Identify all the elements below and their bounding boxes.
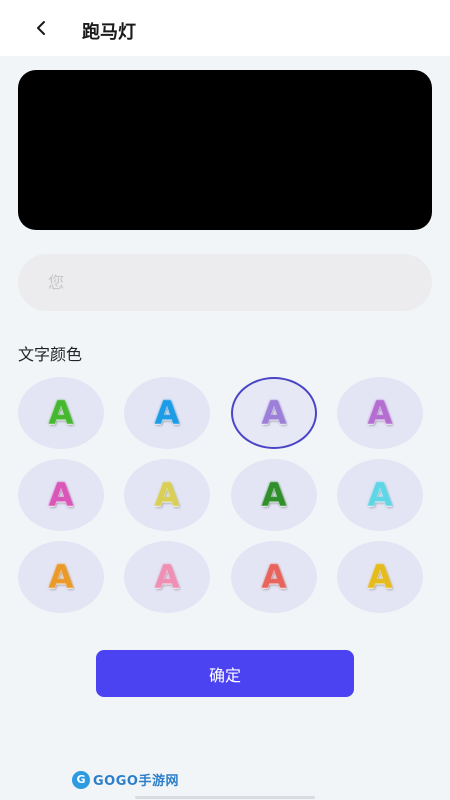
letter-a-icon: A [48, 394, 74, 432]
app-header: 跑马灯 [0, 0, 450, 56]
letter-a-icon: A [48, 476, 74, 514]
letter-a-icon: A [154, 394, 180, 432]
letter-a-icon: A [261, 394, 287, 432]
color-swatch[interactable]: A [18, 459, 104, 531]
letter-a-icon: A [367, 394, 393, 432]
watermark-text: GOGO手游网 [93, 774, 179, 789]
home-indicator [135, 796, 315, 799]
letter-a-icon: A [261, 558, 287, 596]
color-swatch[interactable]: A [124, 459, 210, 531]
page-title: 跑马灯 [82, 22, 136, 43]
letter-a-icon: A [154, 476, 180, 514]
color-swatch[interactable]: A [231, 459, 317, 531]
color-swatch[interactable]: A [124, 377, 210, 449]
letter-a-icon: A [261, 476, 287, 514]
color-swatch[interactable]: A [337, 459, 423, 531]
letter-a-icon: A [154, 558, 180, 596]
marquee-text-input[interactable] [18, 254, 432, 311]
color-swatch[interactable]: A [231, 541, 317, 613]
watermark-logo-icon: G [72, 770, 90, 789]
text-color-label: 文字颜色 [18, 345, 83, 364]
confirm-button[interactable]: 确定 [96, 650, 354, 697]
color-swatch[interactable]: A [18, 541, 104, 613]
watermark: G GOGO手游网 [72, 770, 179, 789]
letter-a-icon: A [367, 476, 393, 514]
color-swatch[interactable]: A [231, 377, 317, 449]
color-swatch[interactable]: A [337, 377, 423, 449]
chevron-left-icon[interactable] [32, 18, 52, 38]
letter-a-icon: A [367, 558, 393, 596]
marquee-preview [18, 70, 432, 230]
color-swatch[interactable]: A [337, 541, 423, 613]
letter-a-icon: A [48, 558, 74, 596]
color-swatch[interactable]: A [124, 541, 210, 613]
color-swatch[interactable]: A [18, 377, 104, 449]
